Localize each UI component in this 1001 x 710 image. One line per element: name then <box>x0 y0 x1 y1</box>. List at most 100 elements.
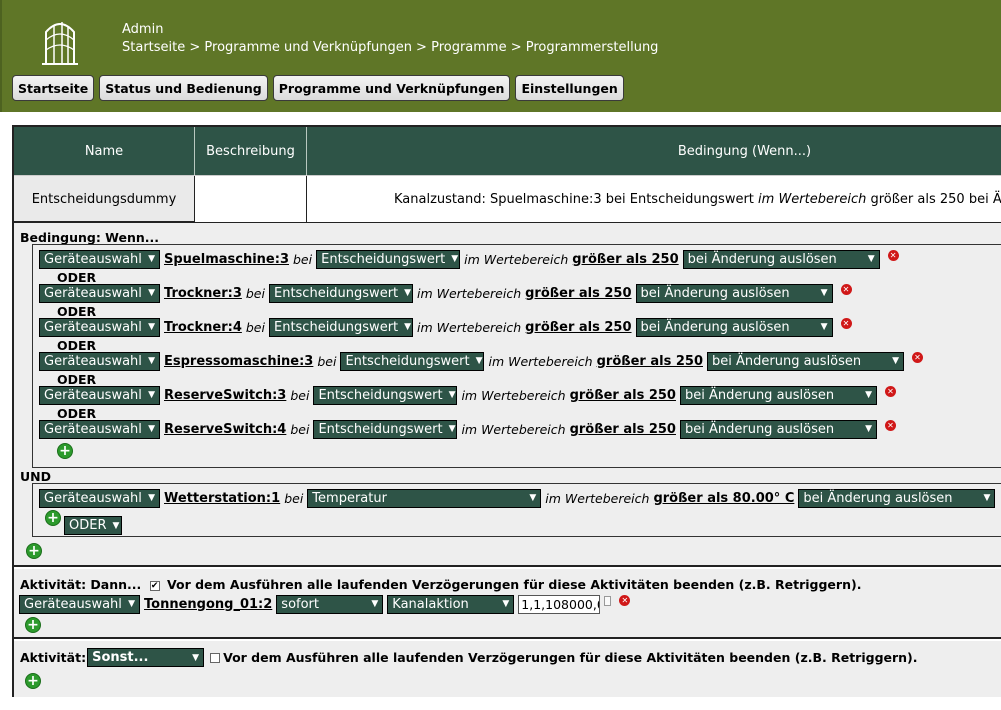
range-label: im Wertebereich <box>461 421 566 437</box>
nav-status-button[interactable]: Status und Bedienung <box>99 75 268 101</box>
delete-icon[interactable]: ✕ <box>840 317 852 329</box>
value-link[interactable]: größer als 250 <box>572 252 678 267</box>
clipboard-icon[interactable] <box>604 596 612 606</box>
param-select[interactable]: Entscheidungswert ▼ <box>268 317 413 337</box>
activity-device-link[interactable]: Tonnengong_01:2 <box>144 597 272 612</box>
retrigger-checkbox[interactable] <box>210 652 221 663</box>
delete-icon[interactable]: ✕ <box>840 283 852 295</box>
delete-icon[interactable]: ✕ <box>619 594 631 606</box>
device-link[interactable]: Trockner:3 <box>164 286 242 301</box>
activity-else-section: Aktivität: Sonst... ▼ Vor dem Ausführen a… <box>14 641 1001 697</box>
trigger-select[interactable]: bei Änderung auslösen ▼ <box>679 385 877 405</box>
trigger-select[interactable]: bei Änderung auslösen ▼ <box>679 419 877 439</box>
device-select[interactable]: Geräteauswahl ▼ <box>39 488 160 508</box>
retrigger-checkbox-checked[interactable]: ✔ <box>149 580 160 591</box>
bei-label: bei <box>290 421 310 437</box>
logo-icon <box>42 22 78 65</box>
device-link[interactable]: Espressomaschine:3 <box>164 354 313 369</box>
condition-title: Bedingung: Wenn... <box>20 230 160 245</box>
table-header: Name Beschreibung Bedingung (Wenn...) <box>14 127 1001 175</box>
value-link[interactable]: größer als 250 <box>525 320 631 335</box>
range-label: im Wertebereich <box>416 319 522 335</box>
device-select[interactable]: Geräteauswahl ▼ <box>39 317 160 337</box>
trigger-select[interactable]: bei Änderung auslösen ▼ <box>707 351 904 371</box>
condition-row: Geräteauswahl ▼ Trockner:3 bei Entscheidu… <box>39 283 852 303</box>
add-condition-icon[interactable]: + <box>45 510 61 526</box>
action-select[interactable]: Kanalaktion ▼ <box>387 594 515 614</box>
user-name: Admin <box>122 22 164 37</box>
activity-then-title: Aktivität: Dann... <box>20 577 142 592</box>
device-select[interactable]: Geräteauswahl ▼ <box>39 351 160 371</box>
bei-label: bei <box>245 319 265 335</box>
condition-row: Geräteauswahl ▼ ReserveSwitch:4 bei Entsc… <box>39 419 896 439</box>
device-select[interactable]: Geräteauswahl ▼ <box>39 385 160 405</box>
or-select[interactable]: ODER ▼ <box>64 516 122 535</box>
value-link[interactable]: größer als 250 <box>570 388 676 403</box>
nav-einstellungen-button[interactable]: Einstellungen <box>515 75 624 101</box>
program-editor: Name Beschreibung Bedingung (Wenn...) En… <box>12 125 1001 697</box>
and-label: UND <box>20 469 51 484</box>
device-select[interactable]: Geräteauswahl ▼ <box>39 249 160 269</box>
param-select[interactable]: Temperatur ▼ <box>307 488 542 508</box>
trigger-select[interactable]: bei Änderung auslösen ▼ <box>798 488 996 508</box>
device-link[interactable]: ReserveSwitch:4 <box>164 422 286 437</box>
condition-group-2: Geräteauswahl ▼ Wetterstation:1 bei Tempe… <box>32 483 1001 537</box>
breadcrumb: Startseite > Programme und Verknüpfungen… <box>122 40 659 55</box>
device-link[interactable]: ReserveSwitch:3 <box>164 388 286 403</box>
add-or-condition-icon[interactable]: + <box>57 443 73 459</box>
main-nav: Startseite Status und Bedienung Programm… <box>12 75 624 101</box>
value-link[interactable]: größer als 250 <box>525 286 631 301</box>
device-select[interactable]: Geräteauswahl ▼ <box>39 419 160 439</box>
condition-group-1: Geräteauswahl ▼ Spuelmaschine:3 bei Entsc… <box>32 244 1001 468</box>
device-link[interactable]: Wetterstation:1 <box>164 491 280 506</box>
delete-icon[interactable]: ✕ <box>884 419 896 431</box>
condition-row: Geräteauswahl ▼ Trockner:4 bei Entscheidu… <box>39 317 852 337</box>
param-select[interactable]: Entscheidungswert ▼ <box>313 419 458 439</box>
add-activity-icon[interactable]: + <box>25 673 41 689</box>
condition-summary-italic: im Wertebereich <box>758 191 867 207</box>
trigger-select[interactable]: bei Änderung auslösen ▼ <box>635 317 833 337</box>
range-label: im Wertebereich <box>545 490 650 506</box>
condition-row: Geräteauswahl ▼ Wetterstation:1 bei Tempe… <box>39 488 1001 508</box>
device-link[interactable]: Trockner:4 <box>164 320 242 335</box>
action-value-input[interactable]: 1,1,108000,0 <box>518 594 601 614</box>
param-select[interactable]: Entscheidungswert ▼ <box>340 351 485 371</box>
program-description[interactable] <box>195 176 307 222</box>
nav-programme-button[interactable]: Programme und Verknüpfungen <box>272 75 511 101</box>
condition-row: Geräteauswahl ▼ Espressomaschine:3 bei En… <box>39 351 923 371</box>
delete-icon[interactable]: ✕ <box>884 385 896 397</box>
retrigger-checkbox-label: Vor dem Ausführen alle laufenden Verzöge… <box>167 577 862 592</box>
bei-label: bei <box>245 285 265 301</box>
program-name[interactable]: Entscheidungsdummy <box>14 176 195 222</box>
app-header: Admin Startseite > Programme und Verknüp… <box>0 0 1001 112</box>
timing-select[interactable]: sofort ▼ <box>276 594 384 614</box>
add-activity-icon[interactable]: + <box>25 617 41 633</box>
device-select[interactable]: Geräteauswahl ▼ <box>39 283 160 303</box>
value-link[interactable]: größer als 250 <box>597 354 703 369</box>
add-and-condition-icon[interactable]: + <box>26 543 42 559</box>
trigger-select[interactable]: bei Änderung auslösen ▼ <box>682 249 880 269</box>
nav-startseite-button[interactable]: Startseite <box>12 75 95 101</box>
device-link[interactable]: Spuelmaschine:3 <box>164 252 289 267</box>
program-row: Entscheidungsdummy Kanalzustand: Spuelma… <box>14 175 1001 223</box>
range-label: im Wertebereich <box>461 387 566 403</box>
retrigger-checkbox-label: Vor dem Ausführen alle laufenden Verzöge… <box>223 650 918 665</box>
activity-then-header: Aktivität: Dann... ✔ Vor dem Ausführen a… <box>20 577 861 592</box>
bei-label: bei <box>293 251 313 267</box>
bei-label: bei <box>290 387 310 403</box>
col-description-header: Beschreibung <box>195 127 307 175</box>
else-select[interactable]: Sonst... ▼ <box>87 648 205 667</box>
condition-summary-post: größer als 250 bei Änderung auslösen <box>870 191 1001 207</box>
param-select[interactable]: Entscheidungswert ▼ <box>316 249 461 269</box>
delete-icon[interactable]: ✕ <box>912 351 923 363</box>
trigger-select[interactable]: bei Änderung auslösen ▼ <box>635 283 833 303</box>
param-select[interactable]: Entscheidungswert ▼ <box>268 283 413 303</box>
condition-row: Geräteauswahl ▼ ReserveSwitch:3 bei Entsc… <box>39 385 896 405</box>
value-link[interactable]: größer als 250 <box>570 422 676 437</box>
activity-row: Geräteauswahl ▼ Tonnengong_01:2 sofort ▼ K… <box>19 594 631 614</box>
delete-icon[interactable]: ✕ <box>887 249 899 261</box>
activity-device-select[interactable]: Geräteauswahl ▼ <box>19 594 140 614</box>
param-select[interactable]: Entscheidungswert ▼ <box>313 385 458 405</box>
value-link[interactable]: größer als 80.00° C <box>653 491 794 506</box>
bei-label: bei <box>317 353 337 369</box>
